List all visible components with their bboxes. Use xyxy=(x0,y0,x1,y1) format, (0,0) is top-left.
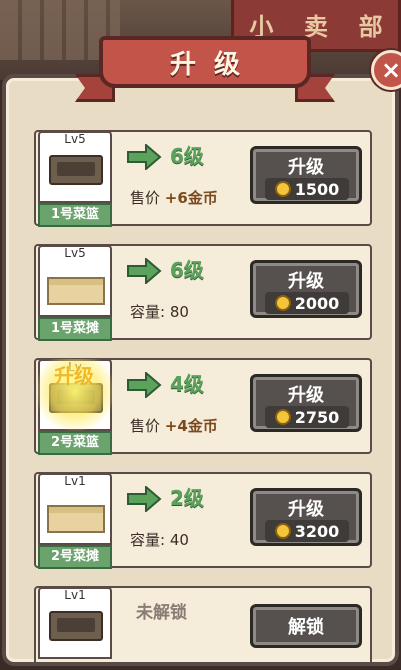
upgrade-card: Lv 2号菜篮 升级 4级 售价 +4金币 升级 2750 xyxy=(34,358,372,455)
upgrade-button[interactable]: 升级 2750 xyxy=(250,374,362,432)
item-info: 售价 +4金币 xyxy=(130,415,218,436)
item-image xyxy=(38,259,112,317)
arrow-right-icon xyxy=(127,144,162,170)
target-level: 4级 xyxy=(170,372,204,396)
item-thumbnail: Lv5 1号菜篮 xyxy=(38,131,112,227)
unlock-button[interactable]: 解锁 xyxy=(250,604,362,648)
basket-icon xyxy=(49,155,103,185)
info-label: 售价 xyxy=(130,189,161,207)
locked-status: 未解锁 xyxy=(136,603,187,623)
info-value: 40 xyxy=(169,531,189,549)
item-thumbnail: Lv1 2号菜摊 xyxy=(38,473,112,569)
upgrade-price: 3200 xyxy=(265,520,349,542)
stall-icon xyxy=(47,505,105,533)
arrow-right-icon xyxy=(127,372,162,398)
item-name: 1号菜篮 xyxy=(38,203,112,227)
arrow-right-icon xyxy=(127,258,162,284)
upgrade-button-label: 升级 xyxy=(288,499,324,520)
item-image xyxy=(38,145,112,203)
locked-card: Lv1 未解锁 解锁 xyxy=(34,586,372,662)
upgrade-card: Lv5 1号菜篮 6级 售价 +6金币 升级 1500 xyxy=(34,130,372,227)
item-thumbnail: Lv1 xyxy=(38,587,112,662)
shop-sign-char: 部 xyxy=(358,13,383,41)
ribbon-body: 升级 xyxy=(99,36,311,88)
upgrade-screen: 小 卖 部 Lv5 1号菜篮 6级 售价 +6金币 升级 1500 Lv5 1号… xyxy=(0,0,401,670)
upgrade-button[interactable]: 升级 2000 xyxy=(250,260,362,318)
coin-icon xyxy=(274,523,291,539)
upgrade-button[interactable]: 升级 3200 xyxy=(250,488,362,546)
target-level: 2级 xyxy=(170,486,204,510)
upgrade-effect-text: 升级 xyxy=(54,364,94,388)
stall-icon xyxy=(47,277,105,305)
arrow-right-icon xyxy=(127,486,162,512)
upgrade-card: Lv5 1号菜摊 6级 容量: 80 升级 2000 xyxy=(34,244,372,341)
upgrade-price: 2750 xyxy=(265,406,349,428)
info-label: 容量: xyxy=(130,303,166,321)
price-value: 3200 xyxy=(294,521,340,541)
item-info: 容量: 40 xyxy=(130,529,189,550)
target-level: 6级 xyxy=(170,144,204,168)
unlock-button-label: 解锁 xyxy=(288,617,324,638)
upgrade-button[interactable]: 升级 1500 xyxy=(250,146,362,204)
item-level: Lv5 xyxy=(38,245,112,259)
upgrade-button-label: 升级 xyxy=(288,157,324,178)
coin-icon xyxy=(274,409,291,425)
info-value: +4金币 xyxy=(164,417,218,435)
upgrade-panel: Lv5 1号菜篮 6级 售价 +6金币 升级 1500 Lv5 1号菜摊 6级 … xyxy=(2,74,399,666)
target-level: 6级 xyxy=(170,258,204,282)
info-value: 80 xyxy=(169,303,189,321)
basket-icon xyxy=(49,611,103,641)
price-value: 2000 xyxy=(294,293,340,313)
upgrade-card: Lv1 2号菜摊 2级 容量: 40 升级 3200 xyxy=(34,472,372,569)
item-name: 2号菜篮 xyxy=(38,431,112,455)
info-label: 售价 xyxy=(130,417,161,435)
price-value: 1500 xyxy=(294,179,340,199)
item-info: 售价 +6金币 xyxy=(130,187,218,208)
item-name: 2号菜摊 xyxy=(38,545,112,569)
item-level: Lv5 xyxy=(38,131,112,145)
coin-icon xyxy=(274,295,291,311)
info-value: +6金币 xyxy=(164,189,218,207)
item-level: Lv1 xyxy=(38,587,112,601)
item-thumbnail: Lv5 1号菜摊 xyxy=(38,245,112,341)
item-image xyxy=(38,487,112,545)
upgrade-button-label: 升级 xyxy=(288,385,324,406)
item-info: 容量: 80 xyxy=(130,301,189,322)
item-image xyxy=(38,601,112,659)
item-level: Lv1 xyxy=(38,473,112,487)
close-icon: × xyxy=(380,56,401,84)
upgrade-button-label: 升级 xyxy=(288,271,324,292)
upgrade-price: 1500 xyxy=(265,178,349,200)
coin-icon xyxy=(274,181,291,197)
price-value: 2750 xyxy=(294,407,340,427)
item-name: 1号菜摊 xyxy=(38,317,112,341)
info-label: 容量: xyxy=(130,531,166,549)
title-ribbon: 升级 xyxy=(75,28,335,108)
upgrade-price: 2000 xyxy=(265,292,349,314)
panel-title: 升级 xyxy=(169,49,258,80)
